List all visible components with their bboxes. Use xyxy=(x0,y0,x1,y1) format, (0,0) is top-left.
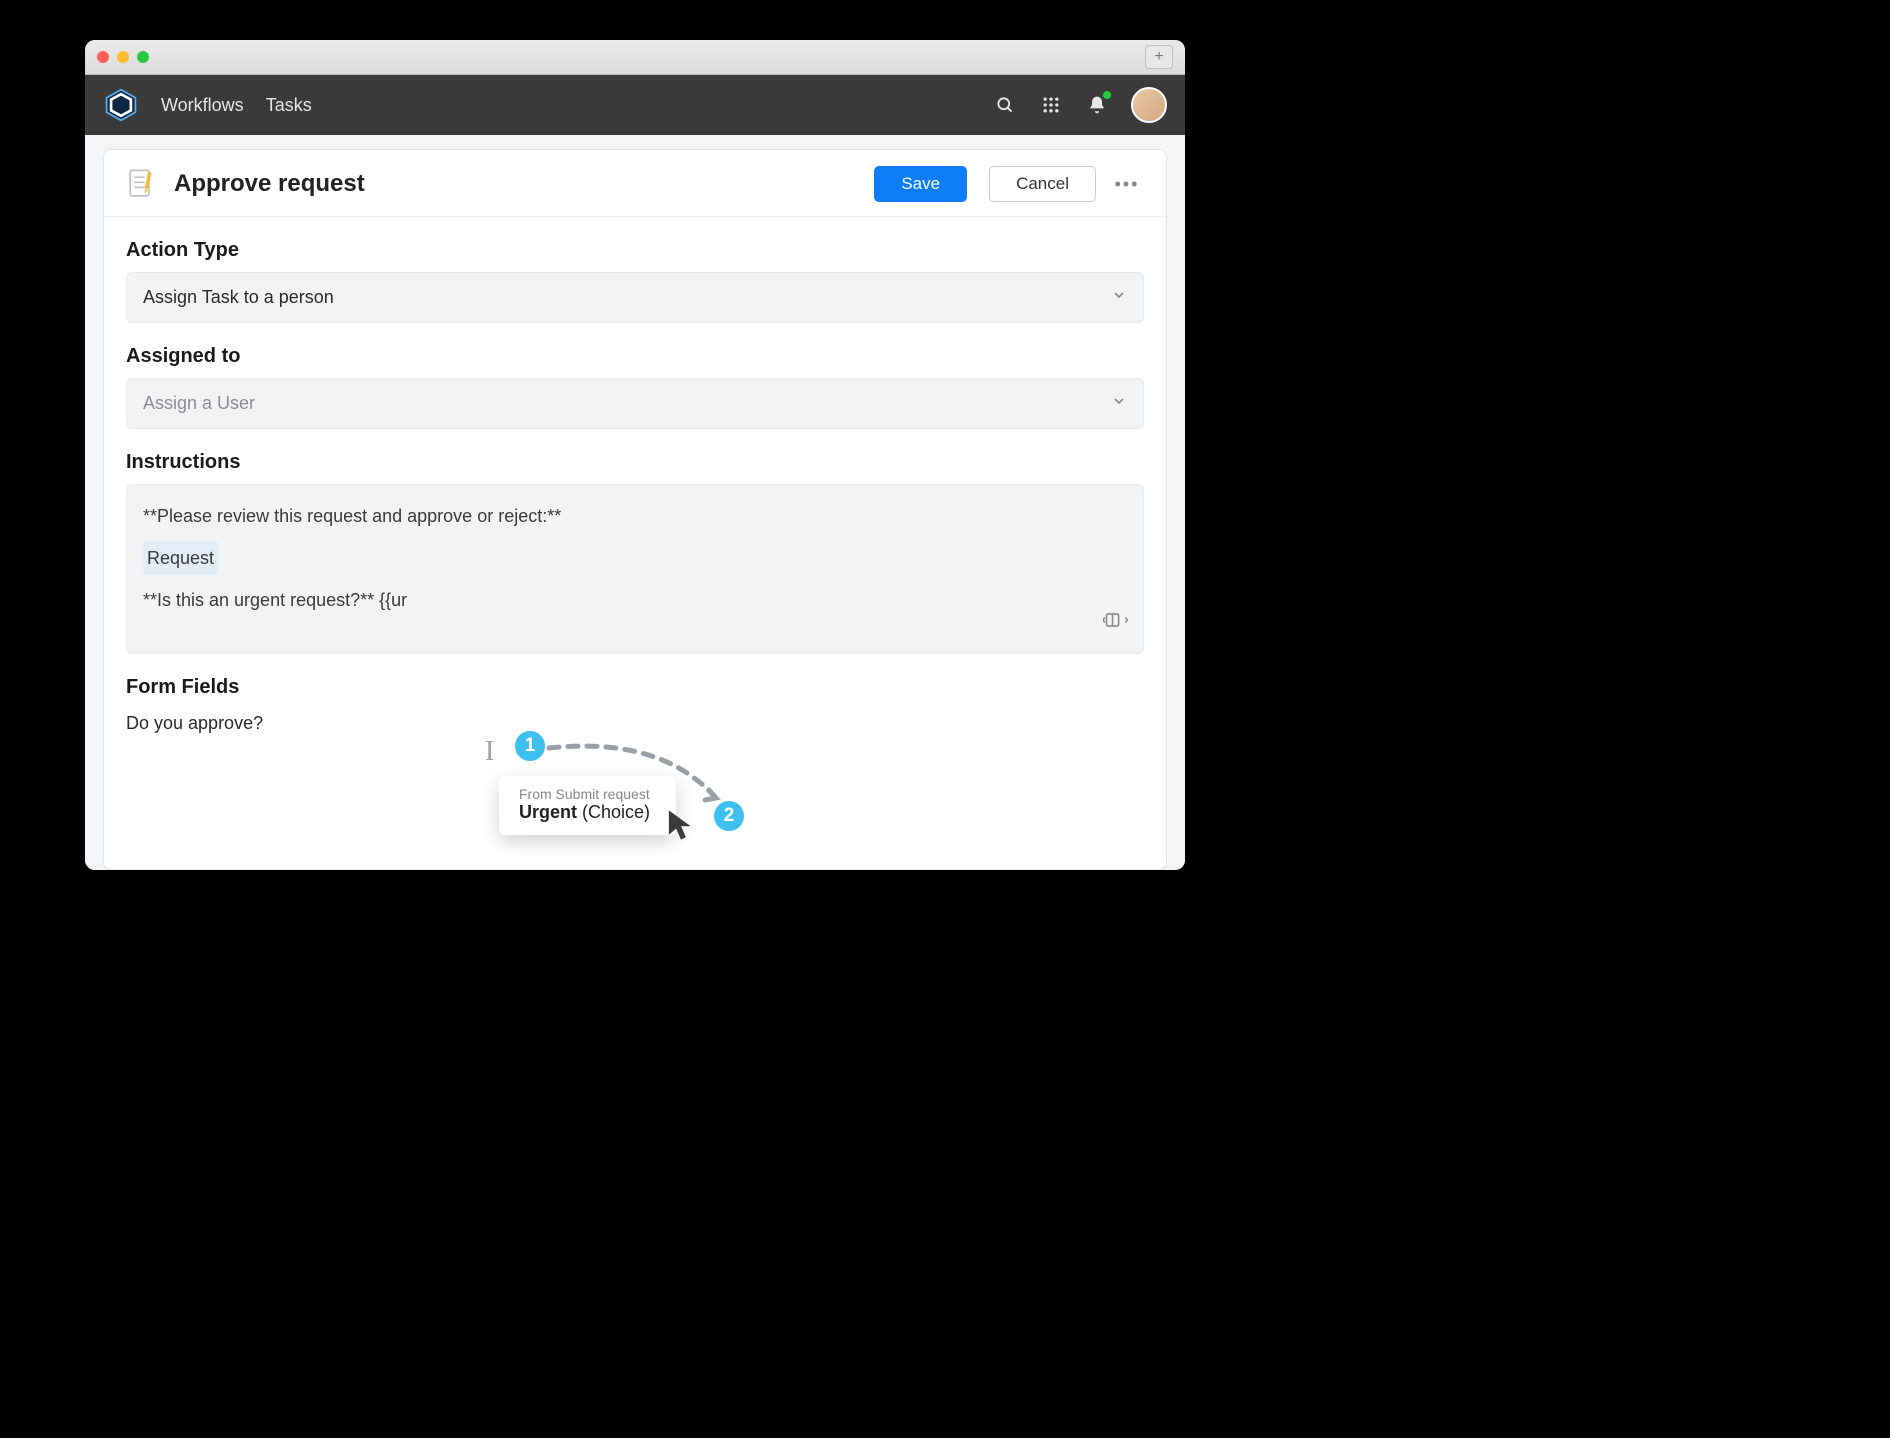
form-field-row: Do you approve? xyxy=(126,707,1144,740)
suggestion-popup[interactable]: From Submit request Urgent (Choice) xyxy=(499,776,676,835)
insert-variable-button[interactable] xyxy=(1103,607,1129,641)
search-icon[interactable] xyxy=(993,93,1017,117)
close-window-button[interactable] xyxy=(97,51,109,63)
new-tab-button[interactable]: + xyxy=(1145,45,1173,69)
app-logo[interactable] xyxy=(103,87,139,123)
fullscreen-window-button[interactable] xyxy=(137,51,149,63)
suggestion-item[interactable]: Urgent (Choice) xyxy=(519,802,650,823)
notifications-icon[interactable] xyxy=(1085,93,1109,117)
traffic-lights xyxy=(97,51,149,63)
nav-tasks[interactable]: Tasks xyxy=(266,95,312,116)
notification-dot-icon xyxy=(1103,91,1111,99)
text-caret-icon: I xyxy=(485,736,494,768)
suggestion-name: Urgent xyxy=(519,802,577,822)
request-variable-pill[interactable]: Request xyxy=(143,541,218,575)
step-badge-2: 2 xyxy=(711,798,747,834)
user-avatar[interactable] xyxy=(1131,87,1167,123)
action-type-value: Assign Task to a person xyxy=(143,287,334,308)
card-body: Action Type Assign Task to a person Assi… xyxy=(104,217,1166,740)
cancel-button[interactable]: Cancel xyxy=(989,166,1096,202)
instructions-textarea[interactable]: **Please review this request and approve… xyxy=(126,484,1144,654)
page-body: Approve request Save Cancel ••• Action T… xyxy=(85,135,1185,870)
instructions-line-1: **Please review this request and approve… xyxy=(143,499,1127,533)
app-window: + Workflows Tasks xyxy=(85,40,1185,870)
action-type-label: Action Type xyxy=(126,239,1144,262)
chevron-down-icon xyxy=(1111,393,1127,414)
top-nav: Workflows Tasks xyxy=(85,75,1185,135)
instructions-line-3: **Is this an urgent request?** {{ur xyxy=(143,590,407,610)
card-header: Approve request Save Cancel ••• xyxy=(104,150,1166,217)
step-badge-1: 1 xyxy=(512,728,548,764)
suggestion-type: (Choice) xyxy=(577,802,650,822)
assigned-to-label: Assigned to xyxy=(126,345,1144,368)
save-button[interactable]: Save xyxy=(874,166,967,202)
assigned-to-select[interactable]: Assign a User xyxy=(126,378,1144,429)
minimize-window-button[interactable] xyxy=(117,51,129,63)
form-fields-label: Form Fields xyxy=(126,676,1144,699)
form-icon xyxy=(126,167,160,201)
chevron-down-icon xyxy=(1111,287,1127,308)
instructions-label: Instructions xyxy=(126,451,1144,474)
action-type-select[interactable]: Assign Task to a person xyxy=(126,272,1144,323)
assigned-to-placeholder: Assign a User xyxy=(143,393,255,414)
card-title: Approve request xyxy=(174,170,365,198)
more-options-button[interactable]: ••• xyxy=(1110,167,1144,201)
suggestion-source: From Submit request xyxy=(519,786,650,802)
form-card: Approve request Save Cancel ••• Action T… xyxy=(103,149,1167,870)
apps-grid-icon[interactable] xyxy=(1039,93,1063,117)
nav-workflows[interactable]: Workflows xyxy=(161,95,244,116)
window-titlebar: + xyxy=(85,40,1185,75)
